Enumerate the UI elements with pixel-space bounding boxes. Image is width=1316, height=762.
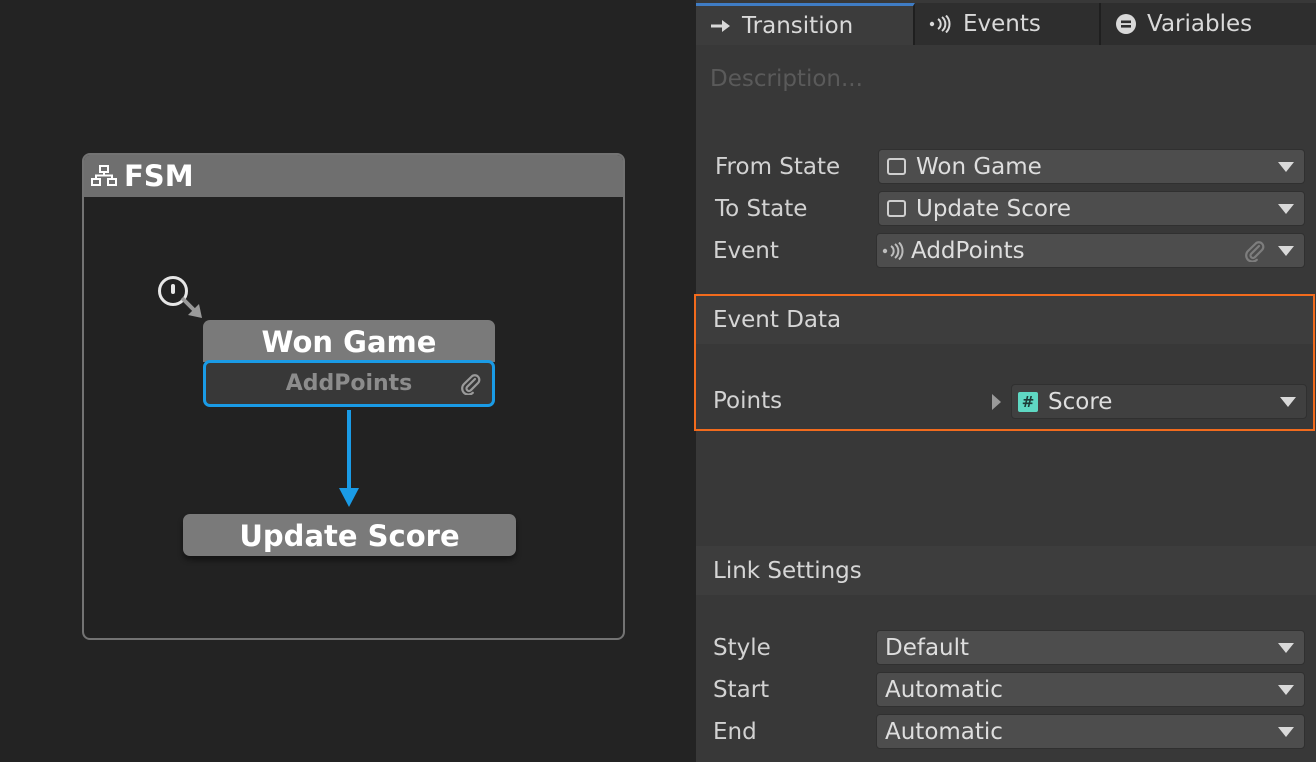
paperclip-icon[interactable] bbox=[1244, 240, 1266, 262]
app-root: FSM Won Game AddPoints Update Score Tran… bbox=[0, 0, 1316, 762]
event-value: AddPoints bbox=[911, 237, 1025, 264]
tab-transition[interactable]: Transition bbox=[696, 3, 915, 45]
int-variable-icon: # bbox=[1018, 391, 1038, 412]
event-data-header[interactable]: Event Data bbox=[696, 296, 1313, 344]
arrow-right-icon bbox=[711, 19, 730, 32]
chevron-down-icon bbox=[1278, 162, 1294, 172]
hierarchy-icon bbox=[90, 164, 118, 188]
end-label: End bbox=[713, 719, 757, 745]
tab-variables-label: Variables bbox=[1147, 11, 1253, 37]
chevron-down-icon bbox=[1278, 727, 1294, 737]
tab-variables[interactable]: Variables bbox=[1101, 3, 1316, 45]
chevron-down-icon bbox=[1278, 643, 1294, 653]
broadcast-icon bbox=[929, 15, 951, 33]
from-state-dropdown[interactable]: Won Game bbox=[878, 149, 1305, 184]
from-state-label: From State bbox=[715, 154, 841, 180]
transition-link-arrow[interactable] bbox=[338, 410, 360, 510]
chevron-down-icon bbox=[1278, 246, 1294, 256]
to-state-label: To State bbox=[715, 196, 808, 222]
inspector-panel: Transition Events Variables Description.… bbox=[694, 0, 1316, 762]
start-dropdown[interactable]: Automatic bbox=[876, 672, 1305, 707]
chevron-down-icon bbox=[1278, 685, 1294, 695]
transition-event-addpoints[interactable]: AddPoints bbox=[203, 360, 495, 407]
state-node-won-game[interactable]: Won Game AddPoints bbox=[203, 320, 495, 407]
tab-transition-label: Transition bbox=[742, 12, 854, 39]
points-label: Points bbox=[713, 388, 783, 414]
inspector-tabs: Transition Events Variables bbox=[696, 3, 1316, 45]
fsm-header[interactable]: FSM bbox=[84, 155, 623, 197]
tab-events[interactable]: Events bbox=[915, 3, 1101, 45]
event-label: Event bbox=[713, 238, 779, 264]
points-variable-dropdown[interactable]: # Score bbox=[1011, 384, 1307, 419]
start-arrow-icon bbox=[180, 296, 202, 318]
link-settings-header[interactable]: Link Settings bbox=[696, 546, 1316, 595]
state-icon bbox=[887, 158, 906, 175]
start-label: Start bbox=[713, 677, 770, 703]
paperclip-icon bbox=[460, 373, 482, 399]
style-value: Default bbox=[885, 634, 970, 661]
tab-events-label: Events bbox=[963, 11, 1041, 37]
variables-icon bbox=[1116, 14, 1136, 34]
from-state-value: Won Game bbox=[916, 153, 1042, 180]
start-value: Automatic bbox=[885, 676, 1003, 703]
chevron-down-icon bbox=[1280, 397, 1296, 407]
state-icon bbox=[887, 200, 906, 217]
fsm-title: FSM bbox=[124, 159, 194, 193]
transition-event-label: AddPoints bbox=[285, 371, 413, 396]
end-value: Automatic bbox=[885, 718, 1003, 745]
style-label: Style bbox=[713, 635, 771, 661]
expand-arrow-icon[interactable] bbox=[992, 394, 1001, 410]
state-node-update-score[interactable]: Update Score bbox=[183, 514, 516, 556]
description-field[interactable]: Description... bbox=[710, 66, 863, 92]
to-state-value: Update Score bbox=[916, 195, 1072, 222]
graph-canvas[interactable]: FSM Won Game AddPoints Update Score bbox=[0, 0, 696, 762]
to-state-dropdown[interactable]: Update Score bbox=[878, 191, 1305, 226]
points-value: Score bbox=[1048, 388, 1113, 415]
style-dropdown[interactable]: Default bbox=[876, 630, 1305, 665]
chevron-down-icon bbox=[1278, 204, 1294, 214]
end-dropdown[interactable]: Automatic bbox=[876, 714, 1305, 749]
state-node-title: Won Game bbox=[203, 320, 495, 362]
event-data-section: Event Data Points # Score bbox=[694, 294, 1315, 431]
event-dropdown[interactable]: AddPoints bbox=[876, 233, 1305, 268]
broadcast-icon bbox=[882, 241, 904, 260]
